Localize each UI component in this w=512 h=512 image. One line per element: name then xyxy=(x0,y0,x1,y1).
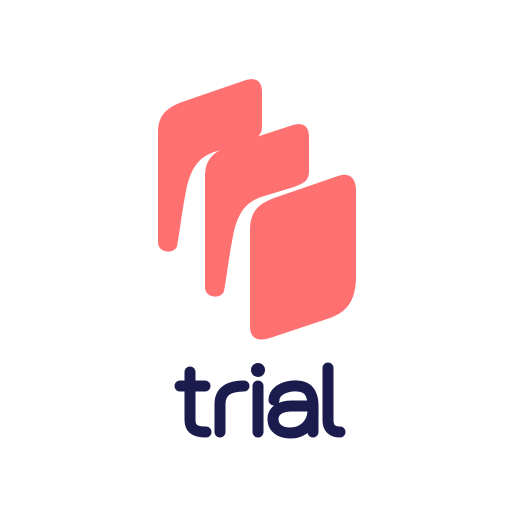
app-logo-screen xyxy=(0,0,512,512)
wordmark-letters xyxy=(174,362,346,439)
wordmark-letter-i-dot xyxy=(251,363,265,377)
wordmark-letter-l xyxy=(322,362,346,438)
wordmark xyxy=(174,362,346,439)
wordmark-letter-a-bowl xyxy=(267,400,319,439)
wordmark-letter-r xyxy=(214,380,250,438)
